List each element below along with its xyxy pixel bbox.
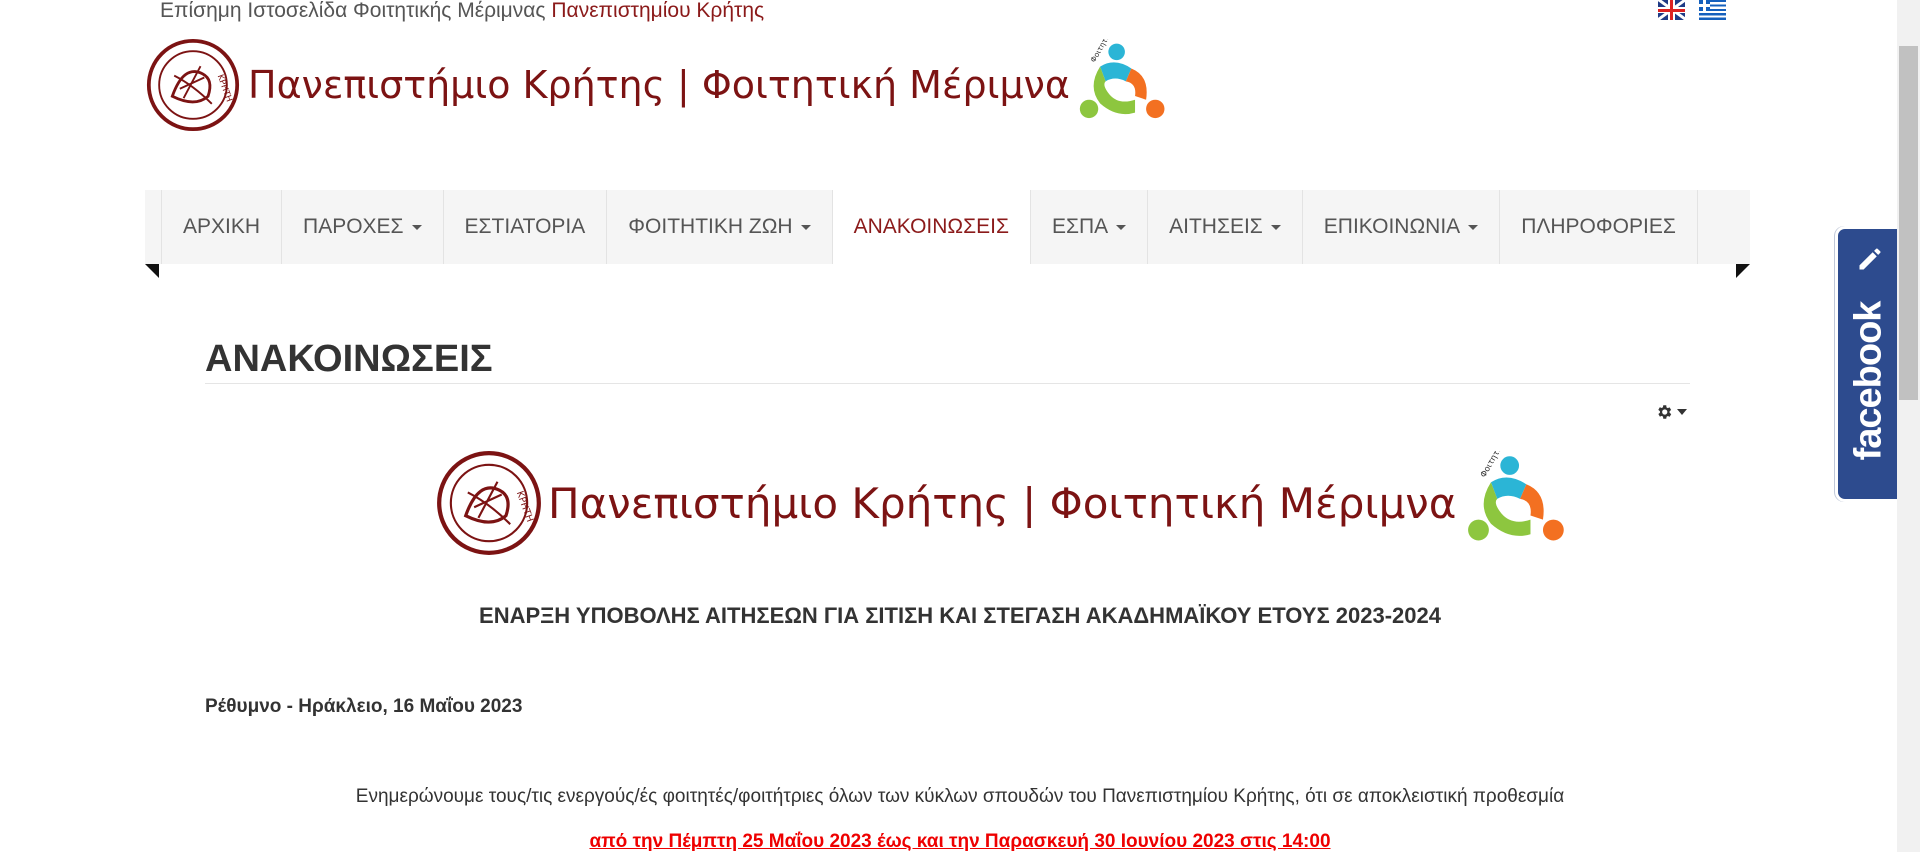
nav-label: ΦΟΙΤΗΤΙΚΗ ΖΩΗ [628, 215, 793, 238]
nav-label: ΑΙΤΗΣΕΙΣ [1169, 215, 1263, 238]
nav-item-student-life[interactable]: ΦΟΙΤΗΤΙΚΗ ΖΩΗ [607, 190, 833, 264]
pen-icon [1859, 248, 1881, 270]
tagline-university-link[interactable]: Πανεπιστημίου Κρήτης [551, 0, 764, 22]
nav-label: ΕΣΠΑ [1051, 215, 1109, 238]
nav-ribbon-left [145, 264, 159, 278]
nav-item-home[interactable]: ΑΡΧΙΚΗ [161, 190, 283, 264]
page-title: ΑΝΑΚΟΙΝΩΣΕΙΣ [205, 338, 493, 380]
nav-item-applications[interactable]: ΑΙΤΗΣΕΙΣ [1148, 190, 1303, 264]
title-divider [205, 383, 1690, 384]
scrollbar-thumb[interactable] [1899, 46, 1918, 400]
chevron-down-icon [800, 224, 811, 230]
chevron-down-icon [1677, 409, 1687, 415]
nav-item-espa[interactable]: ΕΣΠΑ [1030, 190, 1149, 264]
university-seal-icon: ΚΡΗΤΗ [437, 451, 541, 555]
nav-item-restaurants[interactable]: ΕΣΤΙΑΤΟΡΙΑ [443, 190, 608, 264]
chevron-down-icon [1116, 224, 1127, 230]
nav-item-benefits[interactable]: ΠΑΡΟΧΕΣ [282, 190, 444, 264]
article-dateline: Ρέθυμνο - Ηράκλειο, 16 Μαΐου 2023 [205, 696, 523, 717]
header-logo[interactable]: ΚΡΗΤΗ Πανεπιστήμιο Κρήτης | Φοιτητική Μέ… [146, 38, 1170, 132]
tagline-intro: Επίσημη Ιστοσελίδα Φοιτητικής Μέριμνας [160, 0, 546, 22]
article-paragraph: Ενημερώνουμε τους/τις ενεργούς/ές φοιτητ… [355, 786, 1565, 807]
nav-item-information[interactable]: ΠΛΗΡΟΦΟΡΙΕΣ [1500, 190, 1698, 264]
nav-label: ΑΝΑΚΟΙΝΩΣΕΙΣ [853, 215, 1009, 238]
article-heading: ΕΝΑΡΞΗ ΥΠΟΒΟΛΗΣ ΑΙΤΗΣΕΩΝ ΓΙΑ ΣΙΤΙΣΗ ΚΑΙ … [479, 603, 1441, 628]
article-site-name: Πανεπιστήμιο Κρήτης | Φοιτητική Μέριμνα [548, 478, 1457, 528]
nav-label: ΕΠΙΚΟΙΝΩΝΙΑ [1323, 215, 1461, 238]
nav-item-contact[interactable]: ΕΠΙΚΟΙΝΩΝΙΑ [1302, 190, 1501, 264]
nav-label: ΠΛΗΡΟΦΟΡΙΕΣ [1521, 215, 1676, 238]
nav-item-announcements[interactable]: ΑΝΑΚΟΙΝΩΣΕΙΣ [832, 190, 1031, 264]
language-switcher [1658, 0, 1726, 20]
chevron-down-icon [1270, 224, 1281, 230]
english-flag-icon[interactable] [1658, 0, 1685, 20]
chevron-down-icon [1468, 224, 1479, 230]
people-circle-emblem-icon: Φοιτητική Μέριμνα [1468, 451, 1565, 541]
people-circle-emblem-icon: Φοιτητική Μέριμνα [1079, 39, 1165, 119]
nav-label: ΑΡΧΙΚΗ [183, 215, 261, 238]
article-tools-button[interactable] [1655, 403, 1687, 421]
nav-label: ΕΣΤΙΑΤΟΡΙΑ [464, 215, 586, 238]
facebook-label: facebook [1847, 301, 1890, 461]
facebook-side-tab[interactable]: facebook [1835, 226, 1900, 502]
nav-ribbon-right [1736, 264, 1750, 278]
gear-icon [1658, 405, 1672, 419]
site-tagline: Επίσημη Ιστοσελίδα Φοιτητικής Μέριμνας Π… [160, 0, 764, 21]
article-logo: ΚΡΗΤΗ Πανεπιστήμιο Κρήτης | Φοιτητική Μέ… [436, 450, 1570, 556]
main-nav: ΑΡΧΙΚΗ ΠΑΡΟΧΕΣ ΕΣΤΙΑΤΟΡΙΑ ΦΟΙΤΗΤΙΚΗ ΖΩΗ … [145, 190, 1750, 264]
deadline-text: από την Πέμπτη 25 Μαΐου 2023 έως και την… [589, 831, 1331, 852]
university-seal-icon: ΚΡΗΤΗ [146, 38, 240, 132]
chevron-down-icon [411, 224, 422, 230]
greek-flag-icon[interactable] [1699, 0, 1726, 20]
nav-label: ΠΑΡΟΧΕΣ [303, 215, 404, 238]
site-name: Πανεπιστήμιο Κρήτης | Φοιτητική Μέριμνα [248, 63, 1070, 107]
